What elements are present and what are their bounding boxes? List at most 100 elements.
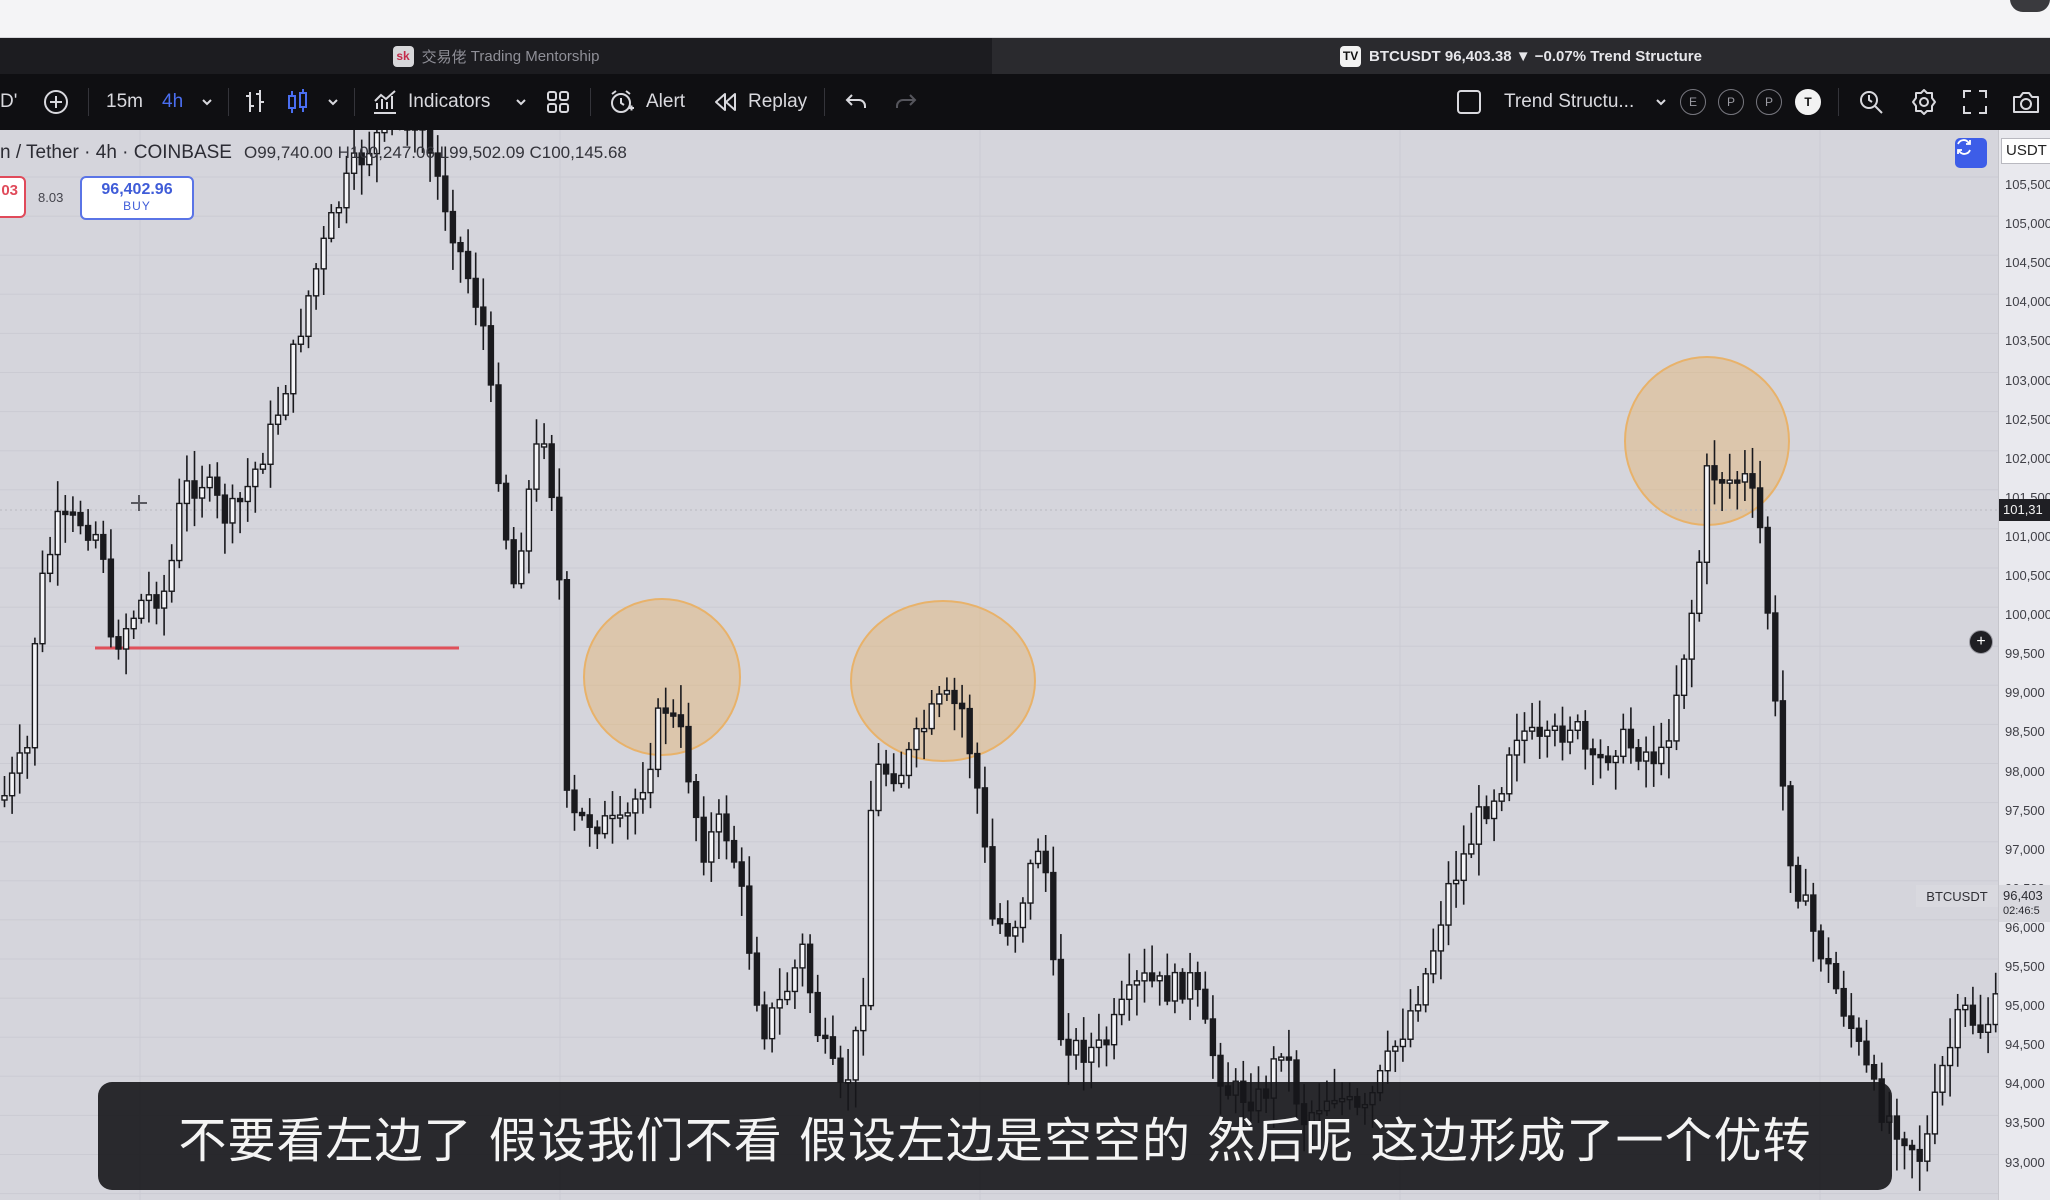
alarm-clock-icon (611, 90, 634, 113)
price-tick: 93,000 (2005, 1154, 2045, 1170)
candle-body (913, 728, 920, 751)
price-chart[interactable]: n / Tether · 4h · COINBASE O99,740.00 H10… (0, 130, 1998, 1200)
candle-body (1285, 1056, 1293, 1061)
candlestick-plot[interactable] (0, 130, 1998, 1200)
candle-body (624, 812, 631, 817)
candle-body (601, 815, 609, 835)
currency-label[interactable]: USDT (2001, 138, 2050, 164)
candle-body (464, 250, 472, 280)
candle-body (221, 494, 229, 524)
toolbar-divider (1838, 88, 1839, 116)
candle-body (1430, 950, 1437, 975)
chart-type-dropdown[interactable] (326, 74, 340, 130)
indicator-visibility-checkbox[interactable] (1456, 74, 1482, 130)
sell-button[interactable]: 03 (0, 176, 26, 218)
quick-search-button[interactable] (1858, 74, 1884, 130)
tab-prefix: 交易佬 (421, 48, 467, 66)
candle-body (92, 533, 99, 541)
candle-body (1164, 975, 1171, 1002)
alert-button[interactable]: Alert (608, 74, 685, 130)
candle-body (1422, 973, 1429, 1006)
plus-circle-icon (44, 90, 68, 114)
price-tick: 97,500 (2005, 802, 2045, 818)
sync-button[interactable] (1955, 138, 1987, 168)
interval-4h-button[interactable]: 4h (162, 74, 183, 130)
interval-15m-button[interactable]: 15m (106, 74, 143, 130)
add-horizontal-line-icon[interactable]: + (1969, 630, 1993, 654)
candle-body (882, 763, 890, 775)
candle-body (1551, 725, 1559, 731)
sk-logo-icon: sk (392, 45, 414, 67)
price-axis[interactable]: USDT 105,500 105,000 104,500 104,000 103,500… (1998, 130, 2050, 1200)
price-tick: 95,500 (2005, 959, 2045, 974)
candle-body (685, 725, 692, 783)
price-tick: 103,000 (2005, 372, 2050, 388)
indicator-template-button[interactable]: Trend Structu... (1504, 74, 1634, 130)
candle-body (24, 747, 31, 754)
candle-body (784, 990, 791, 1001)
candle-body (160, 590, 168, 609)
circle-button-t[interactable]: T (1795, 74, 1821, 130)
circle-button-p1[interactable]: P (1718, 74, 1744, 130)
camera-icon (2013, 92, 2039, 113)
candle-body (1589, 748, 1597, 756)
candle-body (814, 991, 821, 1037)
bar-style-button[interactable] (244, 74, 268, 130)
indicator-dropdown[interactable] (1654, 74, 1668, 130)
candle-body (39, 572, 46, 645)
candle-body (31, 643, 39, 749)
candle-body (312, 268, 320, 297)
candle-style-button[interactable] (286, 74, 310, 130)
candle-body (768, 1007, 776, 1040)
candle-body (1810, 894, 1817, 932)
candle-body (115, 636, 122, 650)
indicators-button[interactable]: Indicators (372, 74, 490, 130)
candle-body (670, 712, 677, 717)
settings-button[interactable] (1910, 74, 1938, 130)
candle-body (822, 1034, 829, 1040)
candle-body (1802, 894, 1809, 902)
candle-body (799, 943, 806, 969)
undo-button[interactable] (844, 74, 868, 130)
candle-body (761, 1004, 768, 1040)
candle-body (867, 809, 875, 1007)
buy-button[interactable]: 96,402.96 BUY (80, 176, 194, 220)
candle-body (328, 211, 335, 240)
candle-body (951, 689, 958, 705)
candle-body (936, 693, 943, 705)
candle-body (1931, 1091, 1939, 1135)
symbol-search-button[interactable]: D' (0, 74, 17, 130)
highlight-circle (583, 598, 741, 756)
candle-body (974, 752, 981, 789)
candle-body (1772, 612, 1779, 702)
circle-button-e[interactable]: E (1680, 74, 1706, 130)
window-control[interactable] (2010, 0, 2050, 12)
redo-button[interactable] (894, 74, 918, 130)
layout-button[interactable] (546, 74, 570, 130)
candle-body (1384, 1050, 1391, 1072)
replay-button[interactable]: Replay (714, 74, 807, 130)
candle-body (84, 524, 92, 541)
chevron-down-icon (202, 99, 212, 106)
candle-body (77, 511, 84, 527)
grid-layout-icon (547, 91, 569, 113)
tab-btcusdt[interactable]: TV BTCUSDT 96,403.38 ▼ −0.07% Trend Stru… (992, 38, 2050, 74)
candle-body (806, 943, 814, 994)
price-tick: 94,500 (2005, 1037, 2045, 1053)
tab-trading-mentorship[interactable]: sk 交易佬 Trading Mentorship (0, 38, 992, 74)
add-symbol-button[interactable] (42, 74, 70, 130)
indicators-dropdown[interactable] (514, 74, 528, 130)
candle-body (1521, 730, 1528, 742)
candle-body (1110, 1013, 1118, 1046)
candle-body (715, 813, 723, 833)
fullscreen-button[interactable] (1962, 74, 1988, 130)
candle-body (282, 393, 289, 416)
candle-body (1817, 930, 1825, 960)
candle-body (252, 468, 259, 488)
low-value: L99,502.09 (439, 143, 525, 162)
circle-button-p2[interactable]: P (1756, 74, 1782, 130)
candle-body (898, 774, 905, 785)
candle-body (920, 727, 928, 733)
screenshot-button[interactable] (2012, 74, 2040, 130)
interval-dropdown[interactable] (200, 74, 214, 130)
